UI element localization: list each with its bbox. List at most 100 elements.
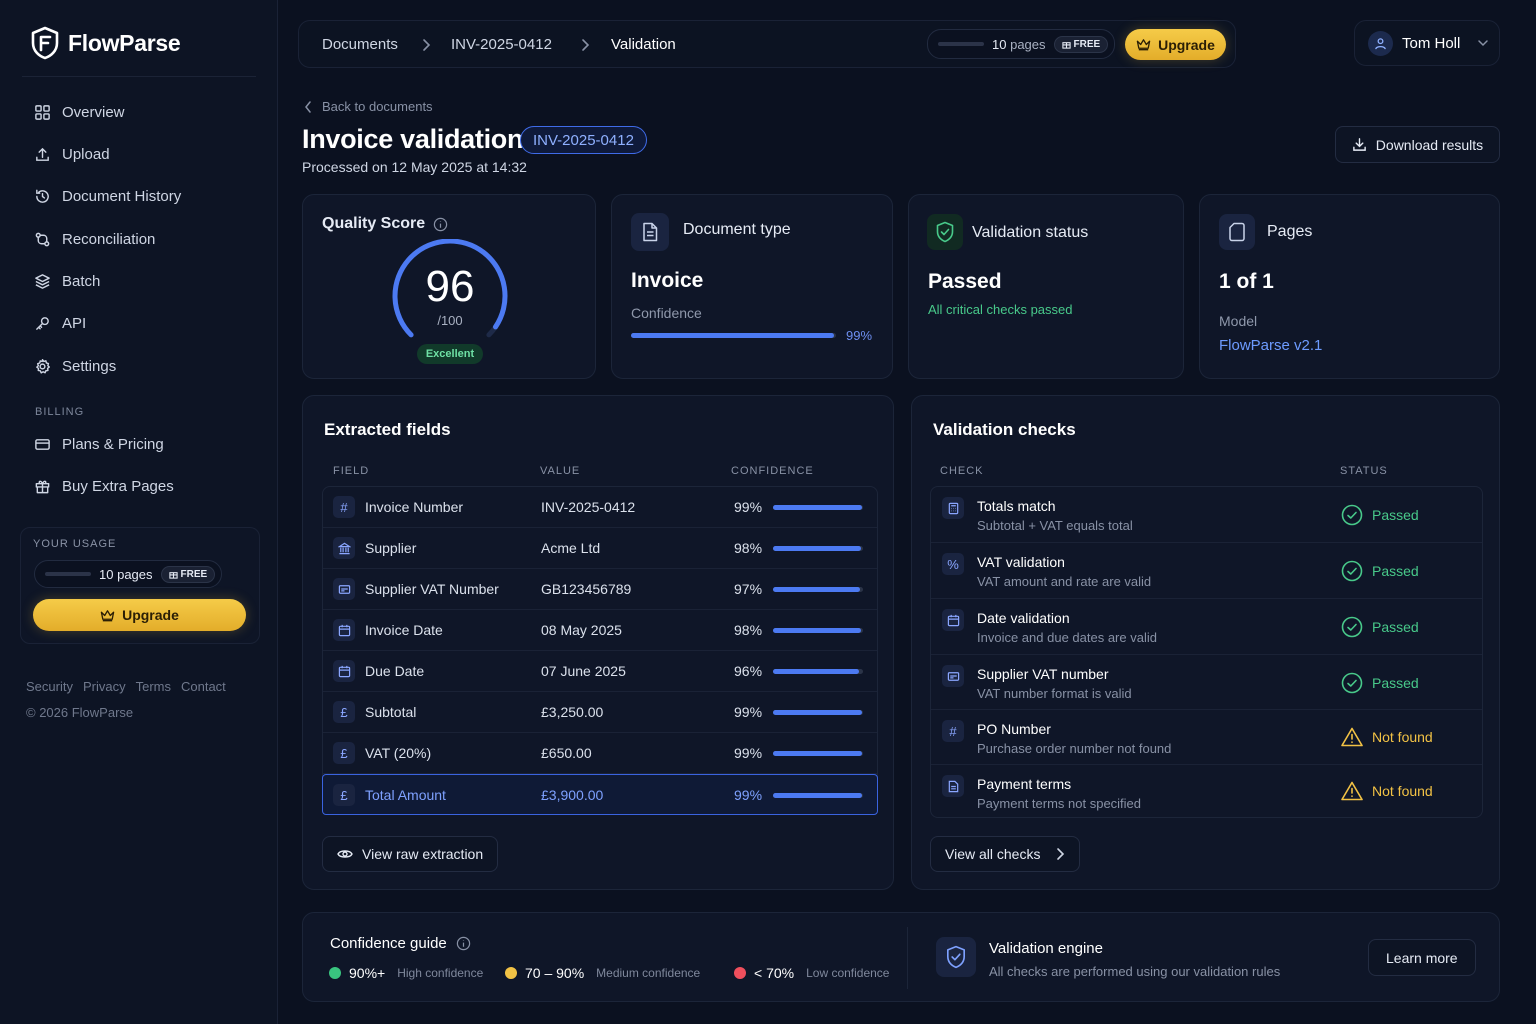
check-circle-icon — [1341, 560, 1363, 582]
legend-sub: Low confidence — [806, 966, 890, 980]
confidence-bar — [773, 546, 863, 551]
processed-timestamp: Processed on 12 May 2025 at 14:32 — [302, 159, 527, 175]
info-icon[interactable] — [456, 936, 471, 951]
sidebar-upgrade-button[interactable]: Upgrade — [33, 599, 246, 631]
field-value: 07 June 2025 — [541, 663, 626, 679]
check-description: VAT number format is valid — [977, 686, 1132, 701]
confidence-bar — [773, 710, 863, 715]
field-confidence: 96% — [734, 663, 763, 679]
sidebar-item-reconciliation[interactable]: Reconciliation — [34, 231, 155, 248]
confidence-bar — [773, 669, 863, 674]
footer-link-terms[interactable]: Terms — [136, 679, 171, 694]
field-type-icon — [333, 578, 355, 600]
check-row[interactable]: % VAT validation VAT amount and rate are v… — [931, 543, 1482, 599]
billing-section-label: BILLING — [35, 406, 85, 418]
validation-status-note: All critical checks passed — [928, 302, 1073, 317]
legend-medium-confidence: 70 – 90% Medium confidence — [505, 965, 700, 981]
model-value: FlowParse v2.1 — [1219, 337, 1323, 354]
status-not-found: Not found — [1341, 781, 1433, 801]
table-row[interactable]: # Invoice Number INV-2025-0412 99% — [323, 487, 877, 528]
table-row[interactable]: £ VAT (20%) £650.00 99% — [323, 733, 877, 774]
field-value: £3,250.00 — [541, 704, 604, 720]
app-logo[interactable]: FlowParse — [30, 26, 181, 60]
sidebar-item-api[interactable]: API — [34, 315, 86, 332]
footer-link-security[interactable]: Security — [26, 679, 73, 694]
sidebar-item-overview[interactable]: Overview — [34, 104, 125, 121]
field-name: Due Date — [365, 663, 425, 679]
usage-pages-unit: pages — [117, 566, 153, 582]
field-name: Invoice Number — [365, 499, 464, 515]
topbar-pages-count: 10 — [992, 36, 1007, 52]
field-value: £650.00 — [541, 745, 592, 761]
table-row[interactable]: Supplier VAT Number GB123456789 97% — [323, 569, 877, 610]
chevron-left-icon — [305, 100, 311, 113]
footer-link-privacy[interactable]: Privacy — [83, 679, 126, 694]
view-raw-label: View raw extraction — [362, 846, 484, 862]
status-passed: Passed — [1341, 616, 1419, 638]
engine-icon-chip — [936, 937, 976, 977]
check-name: Totals match — [977, 498, 1056, 514]
sidebar-item-document-history[interactable]: Document History — [34, 188, 181, 205]
table-row[interactable]: Invoice Date 08 May 2025 98% — [323, 610, 877, 651]
confidence-guide-heading: Confidence guide — [330, 935, 471, 952]
status-label: Passed — [1372, 563, 1419, 579]
user-menu[interactable]: Tom Holl — [1354, 20, 1500, 66]
status-label: Not found — [1372, 783, 1433, 799]
field-name: Subtotal — [365, 704, 417, 720]
check-row[interactable]: # PO Number Purchase order number not foun… — [931, 710, 1482, 765]
field-confidence: 98% — [734, 540, 763, 556]
footer-link-contact[interactable]: Contact — [181, 679, 226, 694]
confidence-bar — [773, 751, 863, 756]
column-header-value: VALUE — [540, 465, 581, 477]
breadcrumb-documents[interactable]: Documents — [322, 36, 398, 53]
gift-icon — [35, 480, 50, 494]
learn-more-button[interactable]: Learn more — [1368, 939, 1476, 976]
legend-label: 70 – 90% — [525, 965, 585, 981]
field-confidence: 99% — [734, 704, 763, 720]
view-raw-extraction-button[interactable]: View raw extraction — [322, 836, 499, 872]
pages-title: Pages — [1267, 223, 1313, 240]
download-results-button[interactable]: Download results — [1335, 126, 1500, 163]
sidebar-item-buy-extra-pages[interactable]: Buy Extra Pages — [34, 478, 174, 495]
field-value: GB123456789 — [541, 581, 632, 597]
shield-check-icon — [936, 221, 954, 243]
view-all-checks-button[interactable]: View all checks — [930, 836, 1081, 872]
document-type-card: Document type Invoice Confidence 99% — [611, 194, 893, 379]
info-icon[interactable] — [433, 217, 448, 232]
quality-score-title: Quality Score — [322, 215, 426, 232]
sidebar-item-upload[interactable]: Upload — [34, 146, 110, 163]
document-icon — [643, 222, 658, 242]
confidence-bar — [773, 628, 863, 633]
check-row[interactable]: Totals match Subtotal + VAT equals total P… — [931, 487, 1482, 543]
sidebar-item-label: Overview — [62, 104, 125, 121]
check-row[interactable]: Date validation Invoice and due dates are… — [931, 599, 1482, 655]
back-to-documents-link[interactable]: Back to documents — [304, 99, 433, 114]
table-row[interactable]: £ Subtotal £3,250.00 99% — [323, 692, 877, 733]
confidence-bar-fill — [773, 546, 862, 551]
field-name: Total Amount — [365, 787, 446, 803]
check-row[interactable]: Supplier VAT number VAT number format is … — [931, 655, 1482, 710]
topbar-upgrade-button[interactable]: Upgrade — [1125, 29, 1226, 60]
field-type-icon: # — [333, 496, 355, 518]
table-row[interactable]: Supplier Acme Ltd 98% — [323, 528, 877, 569]
validation-engine-title: Validation engine — [989, 940, 1103, 957]
field-name: Supplier — [365, 540, 417, 556]
table-row[interactable]: Due Date 07 June 2025 96% — [323, 651, 877, 692]
check-type-icon: % — [942, 553, 964, 575]
sidebar-item-batch[interactable]: Batch — [34, 273, 100, 290]
check-row[interactable]: Payment terms Payment terms not specified… — [931, 765, 1482, 819]
sidebar-item-label: Reconciliation — [62, 231, 156, 248]
learn-more-label: Learn more — [1386, 949, 1458, 966]
table-row-highlighted[interactable]: £ Total Amount £3,900.00 99% — [322, 774, 878, 815]
validation-checks-title: Validation checks — [933, 420, 1076, 439]
chevron-right-icon — [423, 39, 431, 51]
confidence-label: Confidence — [631, 305, 702, 321]
download-label: Download results — [1375, 136, 1484, 153]
eye-icon — [337, 850, 353, 858]
confidence-bar-fill — [773, 669, 860, 674]
confidence-bar-fill — [773, 793, 863, 798]
sidebar-item-plans-pricing[interactable]: Plans & Pricing — [34, 436, 164, 453]
field-name: Supplier VAT Number — [365, 581, 499, 597]
breadcrumb-document-id[interactable]: INV-2025-0412 — [451, 36, 552, 53]
sidebar-item-settings[interactable]: Settings — [34, 358, 116, 375]
